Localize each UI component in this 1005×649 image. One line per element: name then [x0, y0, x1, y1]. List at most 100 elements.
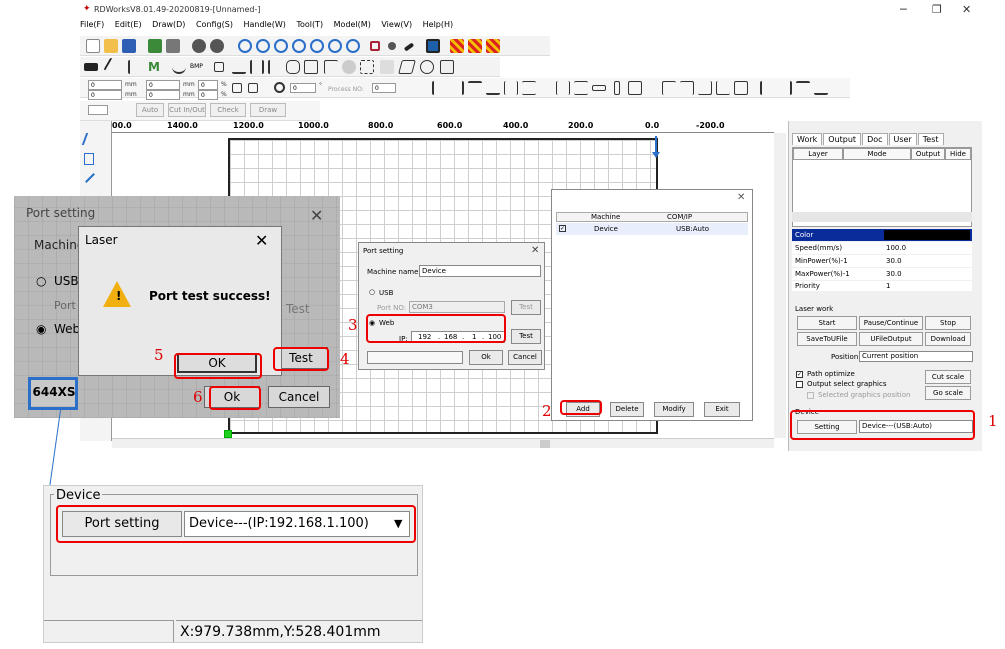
- draw-button[interactable]: Draw: [250, 103, 286, 117]
- tab-user[interactable]: User: [888, 133, 917, 145]
- restore-button[interactable]: ❐: [932, 3, 942, 16]
- device-row[interactable]: ✓ Device USB:Auto: [556, 223, 748, 235]
- line-draw-icon[interactable]: [85, 173, 95, 183]
- model-icon[interactable]: M: [148, 60, 162, 74]
- arrow-select-icon[interactable]: [81, 133, 97, 145]
- cancel-button[interactable]: Cancel: [508, 350, 542, 365]
- y-input[interactable]: 0: [88, 90, 122, 100]
- export-icon[interactable]: [166, 39, 180, 53]
- machine-name-input[interactable]: Device: [419, 265, 541, 277]
- same-size-icon[interactable]: [628, 81, 642, 95]
- menu-config[interactable]: Config(S): [196, 20, 233, 29]
- grid-pos-icon[interactable]: [248, 83, 258, 93]
- modify-button[interactable]: Modify: [654, 402, 694, 417]
- import-icon[interactable]: [148, 39, 162, 53]
- array-icon[interactable]: [450, 39, 464, 53]
- port-no-select[interactable]: COM3: [409, 301, 505, 313]
- prop-priority[interactable]: Priority 1: [792, 281, 972, 291]
- scroll-thumb[interactable]: [540, 440, 550, 448]
- rotate-icon[interactable]: [274, 82, 285, 93]
- download-button[interactable]: Download: [925, 332, 971, 346]
- zoom-select-icon[interactable]: [328, 39, 342, 53]
- align-bottom-icon[interactable]: [232, 60, 246, 74]
- parallelogram-icon[interactable]: [398, 60, 416, 74]
- same-size-v-icon[interactable]: [614, 81, 620, 95]
- same-size-h-icon[interactable]: [592, 85, 606, 91]
- prop-speed[interactable]: Speed(mm/s) 100.0: [792, 242, 972, 254]
- tab-doc[interactable]: Doc: [862, 133, 888, 145]
- text-box-icon[interactable]: [304, 60, 318, 74]
- rotate-input[interactable]: 0: [290, 83, 316, 93]
- minimize-button[interactable]: ─: [900, 3, 907, 16]
- close-icon[interactable]: ✕: [737, 192, 745, 203]
- prop-color[interactable]: Color: [792, 229, 972, 241]
- same-width-icon[interactable]: [556, 81, 570, 95]
- go-scale-button[interactable]: Go scale: [925, 386, 971, 400]
- ufile-output-button[interactable]: UFileOutput: [859, 332, 923, 346]
- zoom-page-icon[interactable]: [310, 39, 324, 53]
- scale-x-input[interactable]: 0: [198, 80, 218, 90]
- frame-icon[interactable]: [370, 41, 380, 51]
- align-top-icon[interactable]: [468, 81, 482, 95]
- move-right-icon[interactable]: [778, 81, 792, 95]
- delete-button[interactable]: Delete: [610, 402, 644, 417]
- pen-icon[interactable]: [403, 42, 415, 52]
- move-bottom-right-icon[interactable]: [698, 81, 712, 95]
- save-to-ufile-button[interactable]: SaveToUFile: [797, 332, 857, 346]
- auto-button[interactable]: Auto: [136, 103, 164, 117]
- usb-radio[interactable]: ○: [369, 288, 375, 296]
- usb-test-button[interactable]: Test: [511, 300, 541, 315]
- move-center-icon[interactable]: [734, 81, 748, 95]
- new-file-icon[interactable]: [86, 39, 100, 53]
- distribute-h-icon[interactable]: [250, 60, 264, 74]
- gear-icon[interactable]: [440, 60, 454, 74]
- dashed-box-icon[interactable]: [360, 60, 374, 74]
- line-tool-icon[interactable]: [128, 60, 142, 74]
- zoom-in-icon[interactable]: [256, 39, 270, 53]
- lock-ratio-icon[interactable]: [232, 83, 242, 93]
- node-edit-icon[interactable]: [84, 153, 94, 165]
- move-top-icon[interactable]: [796, 81, 810, 95]
- laser-head-icon[interactable]: [84, 63, 98, 71]
- color-swatch[interactable]: [884, 230, 970, 240]
- move-left-icon[interactable]: [760, 81, 774, 95]
- align-bottom2-icon[interactable]: [486, 81, 500, 95]
- shape-icon[interactable]: [286, 60, 300, 74]
- corner-icon[interactable]: [324, 60, 338, 74]
- distribute-v-icon[interactable]: [268, 60, 282, 74]
- move-top-right-icon[interactable]: [680, 81, 694, 95]
- same-height-icon[interactable]: [574, 81, 588, 95]
- menu-draw[interactable]: Draw(D): [152, 20, 185, 29]
- menu-model[interactable]: Model(M): [334, 20, 371, 29]
- move-top-left-icon[interactable]: [662, 81, 676, 95]
- check-button[interactable]: Check: [210, 103, 246, 117]
- height-input[interactable]: 0: [146, 90, 180, 100]
- circle-icon[interactable]: [342, 60, 356, 74]
- pause-continue-button[interactable]: Pause/Continue: [859, 316, 923, 330]
- exit-button[interactable]: Exit: [704, 402, 740, 417]
- monitor-icon[interactable]: [426, 39, 440, 53]
- check-icon[interactable]: [380, 60, 394, 74]
- cut-inout-button[interactable]: Cut In/Out: [168, 103, 206, 117]
- menu-help[interactable]: Help(H): [423, 20, 454, 29]
- device-row-checkbox[interactable]: ✓: [559, 225, 566, 232]
- vertical-scrollbar[interactable]: [774, 133, 786, 438]
- align-left-icon[interactable]: [432, 81, 446, 95]
- prop-minpower[interactable]: MinPower(%)-1 30.0: [792, 255, 972, 267]
- undo-icon[interactable]: [192, 39, 206, 53]
- width-input[interactable]: 0: [146, 80, 180, 90]
- selected-pos-checkbox[interactable]: [807, 392, 814, 399]
- x-input[interactable]: 0: [88, 80, 122, 90]
- cut-scale-button[interactable]: Cut scale: [925, 370, 971, 384]
- menu-edit[interactable]: Edit(E): [115, 20, 142, 29]
- horizontal-scrollbar[interactable]: [112, 438, 774, 448]
- save-icon[interactable]: [122, 39, 136, 53]
- move-bottom-left-icon[interactable]: [716, 81, 730, 95]
- process-no-input[interactable]: 0: [372, 83, 396, 93]
- origin-icon[interactable]: [388, 42, 396, 50]
- stop-button[interactable]: Stop: [925, 316, 971, 330]
- layer-scrollbar[interactable]: [792, 212, 972, 222]
- web-test-button[interactable]: Test: [511, 329, 541, 344]
- tab-output[interactable]: Output: [823, 133, 862, 145]
- center-v-icon[interactable]: [522, 81, 536, 95]
